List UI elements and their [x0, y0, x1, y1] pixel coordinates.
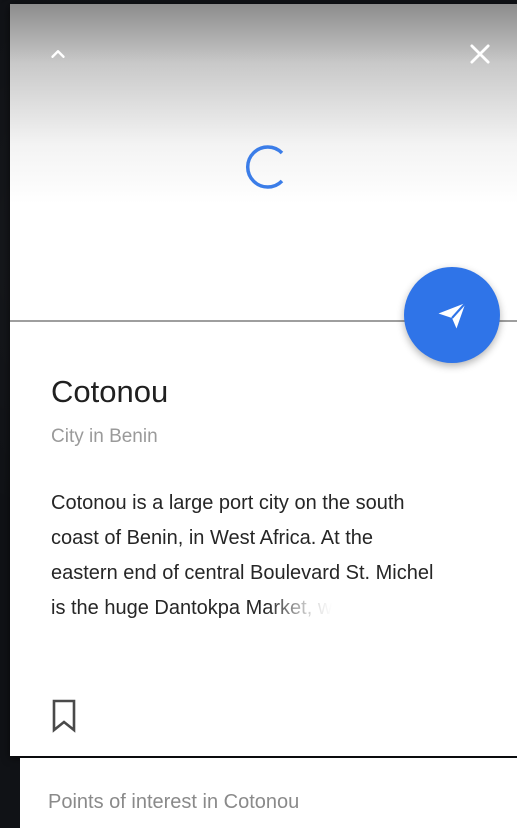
place-description: Cotonou is a large port city on the sout… [51, 486, 491, 626]
description-line: eastern end of central Boulevard St. Mic… [51, 562, 434, 584]
chevron-up-icon [51, 50, 65, 58]
place-subtitle: City in Benin [51, 426, 158, 447]
collapse-button[interactable] [38, 34, 78, 74]
poi-title: Points of interest in Cotonou [48, 791, 300, 813]
points-of-interest-card[interactable]: Points of interest in Cotonou [20, 758, 517, 828]
bookmark-icon [52, 699, 76, 733]
screen: Cotonou City in Benin Cotonou is a large… [0, 0, 517, 828]
close-button[interactable] [460, 34, 500, 74]
description-faded-text: Market, w [245, 597, 333, 619]
directions-send-icon [438, 302, 467, 329]
description-line: Cotonou is a large port city on the sout… [51, 492, 405, 514]
loading-spinner-icon [245, 145, 284, 189]
place-card: Cotonou City in Benin Cotonou is a large… [10, 4, 517, 756]
close-icon [470, 44, 490, 64]
directions-button[interactable] [404, 267, 500, 363]
description-line: is the huge Dantokpa Market, w [51, 591, 491, 626]
description-line: coast of Benin, in West Africa. At the [51, 527, 374, 549]
bookmark-button[interactable] [46, 696, 82, 736]
place-title: Cotonou [51, 374, 169, 409]
description-text: is the huge Dantokpa [51, 597, 246, 619]
